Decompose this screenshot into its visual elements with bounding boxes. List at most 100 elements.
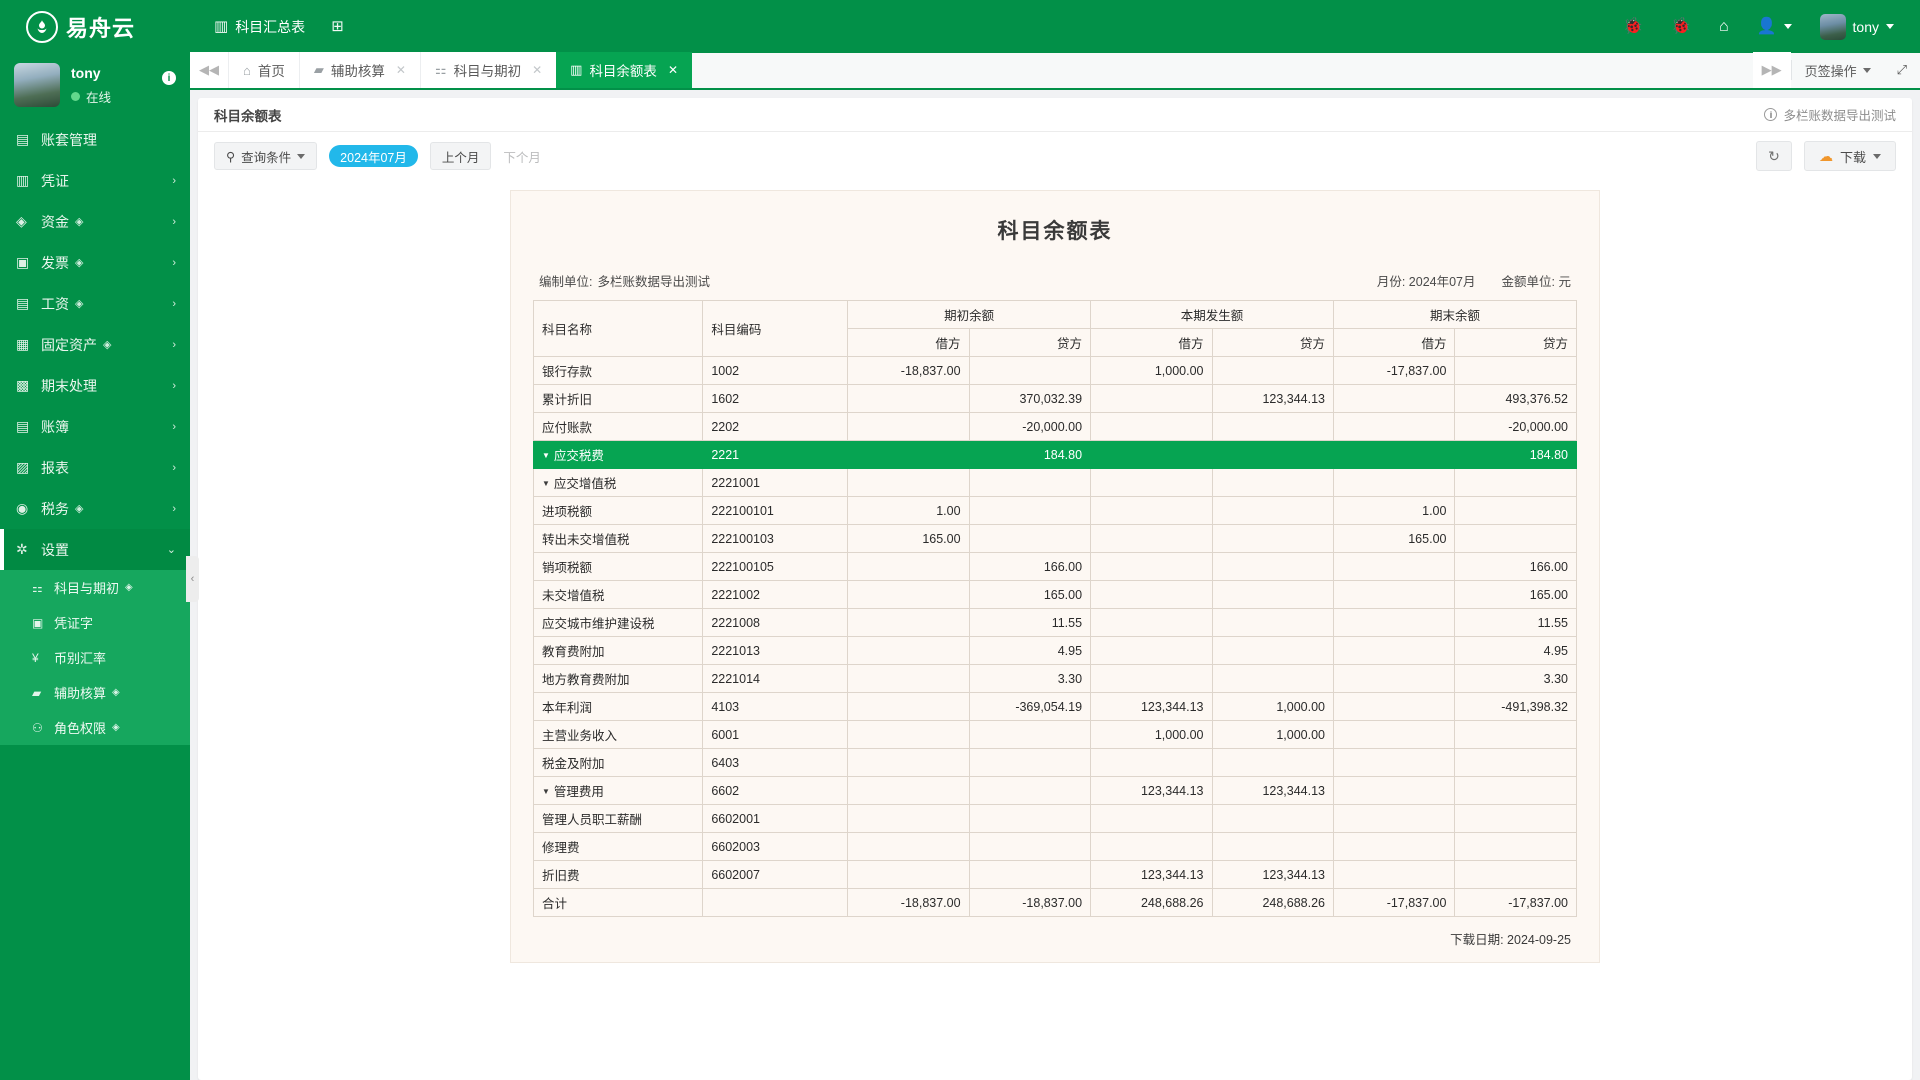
cell-amount <box>1454 860 1577 889</box>
info-icon[interactable]: i <box>162 71 176 85</box>
sidebar-item-1[interactable]: ▥ 凭证 › <box>0 160 190 201</box>
tab-scroll-left-button[interactable]: ◀◀ <box>190 52 228 88</box>
cell-amount <box>847 384 970 413</box>
cell-amount <box>847 664 970 693</box>
cell-amount <box>1090 580 1213 609</box>
table-row[interactable]: 修理费 6602003 <box>532 832 1577 861</box>
refresh-button[interactable]: ↻ <box>1755 141 1792 171</box>
chevron-icon: › <box>172 174 176 187</box>
close-icon[interactable]: ✕ <box>396 63 406 77</box>
table-row[interactable]: ▼ 应交税费 2221 184.80 184.80 <box>532 440 1577 469</box>
table-row[interactable]: 银行存款 1002 -18,837.00 1,000.00 -17,837.00 <box>532 356 1577 385</box>
sidebar-item-5[interactable]: ▦ 固定资产 ◈ › <box>0 324 190 365</box>
home-icon[interactable]: ⌂ <box>1719 18 1729 35</box>
user-switch-button[interactable]: 👤 <box>1757 18 1792 35</box>
prev-month-button[interactable]: 上个月 <box>429 142 492 170</box>
chevron-icon: › <box>172 379 176 392</box>
cell-amount <box>1211 664 1335 693</box>
table-row[interactable]: 教育费附加 2221013 4.95 4.95 <box>532 636 1577 665</box>
chevron-icon: › <box>172 215 176 228</box>
table-row[interactable]: 本年利润 4103 -369,054.19 123,344.13 1,000.00 -49… <box>532 692 1577 721</box>
tab-0[interactable]: ⌂ 首页 <box>228 52 299 88</box>
account-name-text: 地方教育费附加 <box>542 673 630 687</box>
cell-amount <box>1332 860 1456 889</box>
sidebar-item-8[interactable]: ▨ 报表 › <box>0 447 190 488</box>
cell-amount: 1.00 <box>847 496 970 525</box>
cell-amount <box>1332 580 1456 609</box>
cell-amount: -17,837.00 <box>1332 888 1456 917</box>
cell-amount <box>847 552 970 581</box>
table-row[interactable]: 应交城市维护建设税 2221008 11.55 11.55 <box>532 608 1577 637</box>
info-icon[interactable]: i <box>1764 108 1778 121</box>
bug-icon[interactable]: 🐞 <box>1623 18 1643 35</box>
sidebar-subitem-1[interactable]: ▣ 凭证字 <box>0 605 190 640</box>
search-icon: ⚲ <box>226 149 236 164</box>
report-toolbar: ⚲ 查询条件 2024年07月 上个月 下个月 ↻ ☁ 下载 <box>198 132 1912 180</box>
table-row[interactable]: 销项税额 222100105 166.00 166.00 <box>532 552 1577 581</box>
sidebar-item-7[interactable]: ▤ 账簿 › <box>0 406 190 447</box>
tab-action-menu[interactable]: 页签操作 <box>1792 52 1884 88</box>
account-name-text: 应交城市维护建设税 <box>542 617 655 631</box>
tab-2[interactable]: ⚏ 科目与期初 ✕ <box>419 52 557 88</box>
table-row[interactable]: 折旧费 6602007 123,344.13 123,344.13 <box>532 860 1577 889</box>
sidebar-user-card[interactable]: tony 在线 i <box>0 53 190 119</box>
sidebar-item-9[interactable]: ◉ 税务 ◈ › <box>0 488 190 529</box>
user-menu[interactable]: tony <box>1819 13 1894 40</box>
sidebar-collapse-handle[interactable]: ‹ <box>186 556 199 602</box>
th-credit: 贷方 <box>1211 328 1335 357</box>
tab-label: 首页 <box>257 64 285 79</box>
cell-amount: 123,344.13 <box>1090 860 1213 889</box>
sidebar-subitem-0[interactable]: ⚏ 科目与期初 ◈ <box>0 570 190 605</box>
table-row[interactable]: ▼ 应交增值税 2221001 <box>532 468 1577 497</box>
table-row[interactable]: 税金及附加 6403 <box>532 748 1577 777</box>
table-row[interactable]: 管理人员职工薪酬 6602001 <box>532 804 1577 833</box>
top-right-actions: 🐞 🐞 ⌂ 👤 tony <box>1623 13 1920 40</box>
sidebar-subitem-3[interactable]: ▰ 辅助核算 ◈ <box>0 675 190 710</box>
top-menu-item-subject-summary[interactable]: ▥ 科目汇总表 <box>204 11 315 43</box>
account-name-text: 合计 <box>542 897 568 911</box>
bug-icon[interactable]: 🐞 <box>1671 18 1691 35</box>
double-chevron-left-icon: ◀◀ <box>199 62 219 77</box>
sidebar-item-4[interactable]: ▤ 工资 ◈ › <box>0 283 190 324</box>
table-row[interactable]: ▼ 管理费用 6602 123,344.13 123,344.13 <box>532 776 1577 805</box>
table-row[interactable]: 应付账款 2202 -20,000.00 -20,000.00 <box>532 412 1577 441</box>
brand[interactable]: 易舟云 <box>0 10 190 43</box>
table-row[interactable]: 主营业务收入 6001 1,000.00 1,000.00 <box>532 720 1577 749</box>
table-row[interactable]: 进项税额 222100101 1.00 1.00 <box>532 496 1577 525</box>
report-panel: 科目余额表 i 多栏账数据导出测试 ⚲ 查询条件 2024年07月 上个月 下个… <box>198 98 1912 1080</box>
report-sheet: 科目余额表 编制单位: 多栏账数据导出测试 月份: 2024年07月 金额单位:… <box>510 190 1600 963</box>
tab-3[interactable]: ▥ 科目余额表 ✕ <box>556 52 692 88</box>
sidebar-item-6[interactable]: ▩ 期末处理 › <box>0 365 190 406</box>
table-row[interactable]: 未交增值税 2221002 165.00 165.00 <box>532 580 1577 609</box>
sidebar-item-0[interactable]: ▤ 账套管理 <box>0 119 190 160</box>
chevron-down-icon[interactable]: ▼ <box>542 479 550 488</box>
chevron-down-icon[interactable]: ▼ <box>542 787 550 796</box>
close-icon[interactable]: ✕ <box>668 63 678 77</box>
table-row[interactable]: 地方教育费附加 2221014 3.30 3.30 <box>532 664 1577 693</box>
tab-scroll-right-button[interactable]: ▶▶ <box>1752 52 1791 88</box>
table-row[interactable]: 累计折旧 1602 370,032.39 123,344.13 493,376.52 <box>532 384 1577 413</box>
cell-amount <box>1332 608 1456 637</box>
query-conditions-button[interactable]: ⚲ 查询条件 <box>214 142 318 170</box>
sidebar-user-status: 在线 <box>86 90 112 105</box>
fullscreen-button[interactable]: ⤢ <box>1884 52 1920 88</box>
tab-1[interactable]: ▰ 辅助核算 ✕ <box>298 52 420 88</box>
page-title: 科目余额表 <box>214 108 282 124</box>
sidebar-item-2[interactable]: ◈ 资金 ◈ › <box>0 201 190 242</box>
table-row[interactable]: 转出未交增值税 222100103 165.00 165.00 <box>532 524 1577 553</box>
chevron-down-icon <box>297 153 306 159</box>
sidebar-subitem-4[interactable]: ⚇ 角色权限 ◈ <box>0 710 190 745</box>
sidebar-subitem-2[interactable]: ¥ 币别汇率 <box>0 640 190 675</box>
chevron-down-icon[interactable]: ▼ <box>542 451 550 460</box>
cell-amount <box>847 580 970 609</box>
sidebar-item-3[interactable]: ▣ 发票 ◈ › <box>0 242 190 283</box>
report-unit-value: 元 <box>1558 275 1571 289</box>
sidebar-item-10[interactable]: ✲ 设置 ⌄ <box>0 529 190 570</box>
period-pill[interactable]: 2024年07月 <box>329 145 418 167</box>
cell-amount <box>1211 748 1335 777</box>
table-total-row[interactable]: 合计 -18,837.00 -18,837.00 248,688.26 248,688.… <box>532 888 1577 917</box>
top-menu-add-button[interactable]: ⊞ <box>321 13 354 40</box>
close-icon[interactable]: ✕ <box>532 63 542 77</box>
th-debit: 借方 <box>1332 328 1456 357</box>
download-button[interactable]: ☁ 下载 <box>1803 141 1896 171</box>
